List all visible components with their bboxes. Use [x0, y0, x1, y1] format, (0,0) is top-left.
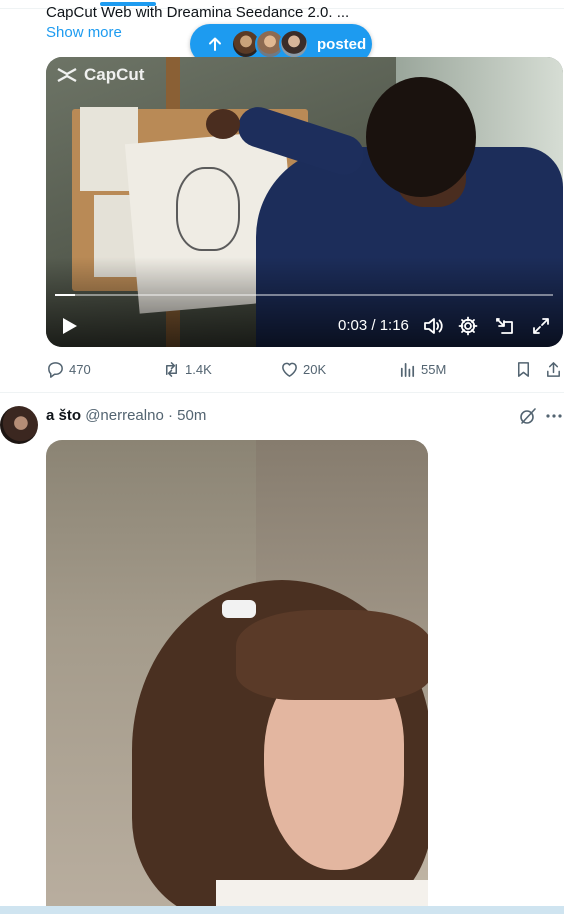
user-handle[interactable]: @nerrealno: [85, 407, 164, 424]
picture-in-picture-icon[interactable]: [494, 315, 516, 337]
play-icon[interactable]: [58, 315, 80, 337]
video-player[interactable]: CapCut 0:03 / 1:16: [46, 57, 563, 347]
repost-count: 1.4K: [185, 362, 212, 377]
video-frame-hair: [366, 77, 476, 197]
video-frame-portrait-drawing: [176, 167, 240, 251]
reply-icon: [48, 362, 63, 378]
video-frame-hand: [206, 109, 240, 139]
bookmark-button[interactable]: [514, 360, 537, 379]
video-progress-bar[interactable]: [55, 294, 553, 296]
capcut-logo-icon: [57, 67, 77, 83]
tweet-time[interactable]: 50m: [177, 407, 206, 424]
views-button[interactable]: 55M: [398, 360, 446, 379]
video-progress-fill: [55, 294, 75, 296]
bookmark-icon: [517, 362, 530, 377]
capcut-watermark-text: CapCut: [84, 65, 145, 84]
arrow-up-icon: [209, 37, 221, 51]
fullscreen-icon[interactable]: [530, 315, 552, 337]
tweet-divider: [0, 392, 564, 393]
capcut-watermark: CapCut: [56, 65, 144, 85]
volume-icon[interactable]: [422, 315, 444, 337]
video-controls-gradient: [46, 257, 563, 347]
share-icon: [547, 362, 560, 377]
tweet-text: CapCut Web with Dreamina Seedance 2.0. .…: [46, 4, 350, 21]
reply-button[interactable]: 470: [46, 360, 91, 379]
video-time: 0:03 / 1:16: [338, 317, 409, 334]
new-posts-label: posted: [317, 35, 367, 53]
like-count: 20K: [303, 362, 327, 377]
new-posts-avatars: [231, 29, 309, 59]
photo-hair-bow: [222, 600, 256, 618]
bottom-bar: [0, 906, 564, 914]
photo-bangs: [236, 610, 428, 700]
repost-button[interactable]: 1.4K: [162, 360, 212, 379]
separator-dot: ·: [163, 407, 178, 424]
more-options-icon[interactable]: [544, 406, 564, 426]
share-button[interactable]: [544, 360, 564, 379]
avatar: [279, 29, 309, 59]
display-name[interactable]: a što: [46, 407, 81, 424]
tweet-actions: 470 1.4K 20K 55M: [46, 360, 564, 382]
tweet-photo[interactable]: [46, 440, 428, 914]
reply-count: 470: [69, 362, 91, 377]
like-button[interactable]: 20K: [280, 360, 326, 379]
grok-icon[interactable]: [518, 406, 538, 426]
show-more-link[interactable]: Show more: [46, 23, 122, 43]
settings-gear-icon[interactable]: [457, 315, 479, 337]
heart-icon: [282, 362, 297, 377]
tweet-header: a što @nerrealno · 50m: [46, 406, 206, 426]
views-count: 55M: [421, 362, 447, 377]
views-chart-icon: [400, 362, 415, 378]
repost-icon: [165, 362, 178, 377]
avatar[interactable]: [0, 406, 38, 444]
